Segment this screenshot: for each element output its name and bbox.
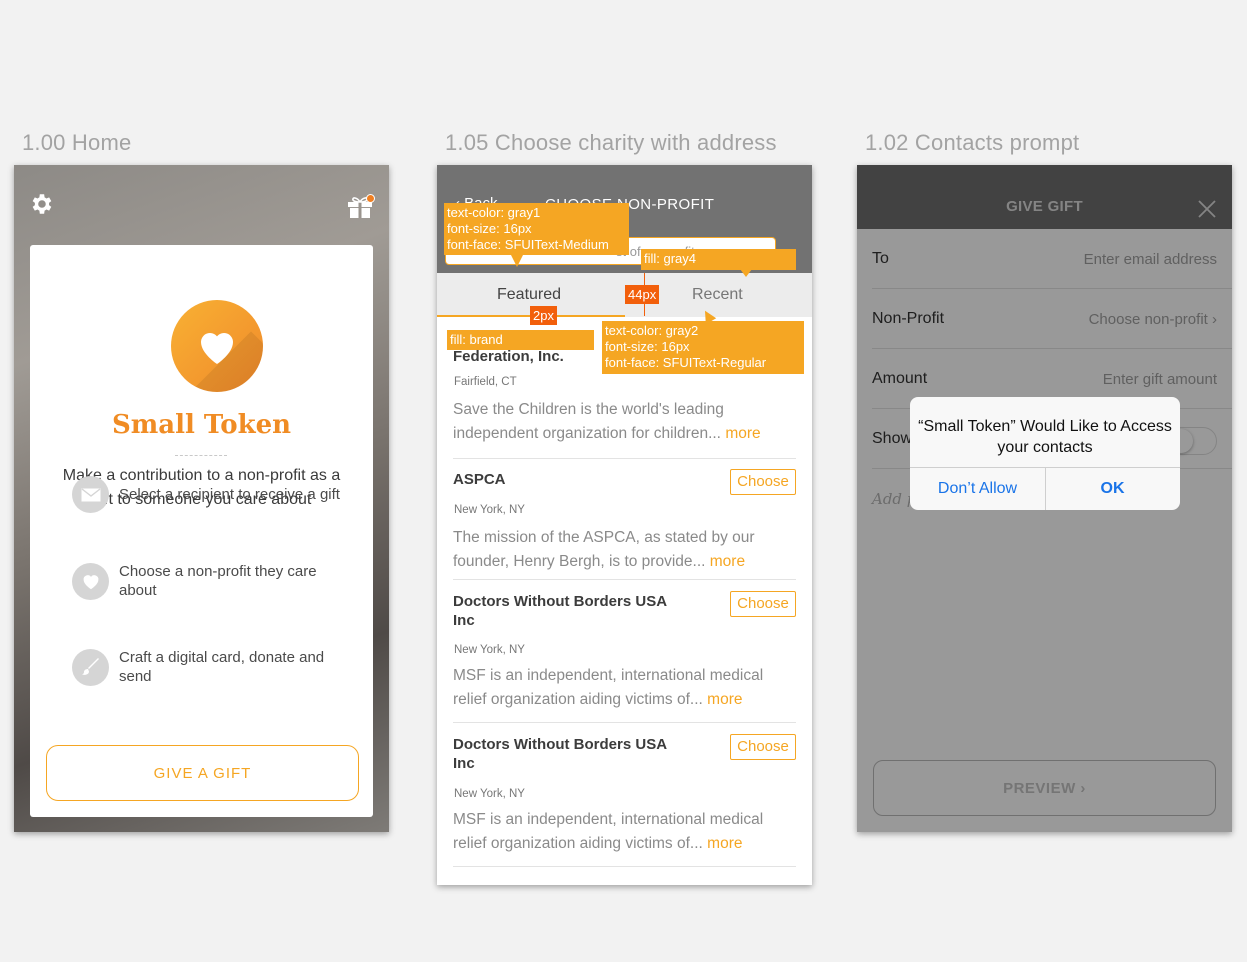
more-link[interactable]: more [707,691,742,708]
step-recipient: Select a recipient to receive a gift [72,476,342,513]
screen-title-home: 1.00 Home [22,130,132,155]
charity-name: ASPCA [453,471,506,488]
choose-button[interactable]: Choose [730,734,796,760]
more-link[interactable]: more [710,553,745,570]
annotation-height-44: 44px [625,285,660,304]
charity-item[interactable]: ASPCA Choose New York, NY The mission of… [453,459,796,580]
step-text: Craft a digital card, donate and send [119,649,325,685]
annotation-pointer [511,255,523,267]
charity-name: Doctors Without Borders USA Inc [453,736,667,772]
charity-description: Save the Children is the world's leading… [453,401,761,442]
heart-icon [201,333,233,364]
tab-recent[interactable]: Recent [692,286,743,304]
divider [175,455,227,456]
contacts-prompt-screen: GIVE GIFT To Enter email address Non-Pro… [857,165,1232,832]
more-link[interactable]: more [725,425,760,442]
charity-description: MSF is an independent, international med… [453,667,764,708]
charity-location: New York, NY [454,788,525,800]
notification-badge [366,194,375,203]
step-nonprofit: Choose a non-profit they care about [72,562,342,600]
screen-title-contacts: 1.02 Contacts prompt [865,130,1080,155]
brush-icon [72,648,109,686]
annotation-height-2: 2px [530,306,557,325]
alert-message: “Small Token” Would Like to Access your … [918,418,1172,456]
annotation-tab-spec: text-color: gray1 font-size: 16px font-f… [444,203,629,255]
dont-allow-button[interactable]: Don’t Allow [910,467,1045,510]
annotation-fill-gray4: fill: gray4 [641,249,796,270]
charity-location: Fairfield, CT [454,376,517,388]
choose-charity-screen: ‹ Back CHOOSE NON-PROFIT st of nonprofit… [437,165,812,885]
charity-description: The mission of the ASPCA, as stated by o… [453,529,755,570]
heart-icon [72,562,109,600]
choose-button[interactable]: Choose [730,591,796,617]
charity-item[interactable]: Doctors Without Borders USA Inc Choose N… [453,723,796,867]
give-gift-button[interactable]: GIVE A GIFT [46,745,359,801]
home-screen: Small Token Make a contribution to a non… [14,165,389,832]
logo [171,300,263,392]
envelope-icon [72,476,109,513]
brand-name: Small Token [111,410,292,440]
charity-location: New York, NY [454,504,525,516]
choose-button[interactable]: Choose [730,469,796,495]
more-link[interactable]: more [707,835,742,852]
annotation-pointer [740,269,752,277]
charity-location: New York, NY [454,644,525,656]
permission-alert: “Small Token” Would Like to Access your … [910,397,1180,510]
charity-description: MSF is an independent, international med… [453,811,764,852]
tab-featured[interactable]: Featured [497,286,561,304]
screen-title-choose: 1.05 Choose charity with address [445,130,777,155]
step-text: Choose a non-profit they care about [119,563,317,599]
gear-icon[interactable] [28,191,54,217]
charity-item[interactable]: Doctors Without Borders USA Inc Choose N… [453,580,796,723]
step-card: Craft a digital card, donate and send [72,648,342,686]
annotation-recent-spec: text-color: gray2 font-size: 16px font-f… [602,321,804,374]
ok-button[interactable]: OK [1045,467,1180,510]
step-text: Select a recipient to receive a gift [119,486,340,503]
intro-card: Small Token Make a contribution to a non… [30,245,373,817]
charity-name: Doctors Without Borders USA Inc [453,593,667,629]
annotation-fill-brand: fill: brand [447,330,594,350]
